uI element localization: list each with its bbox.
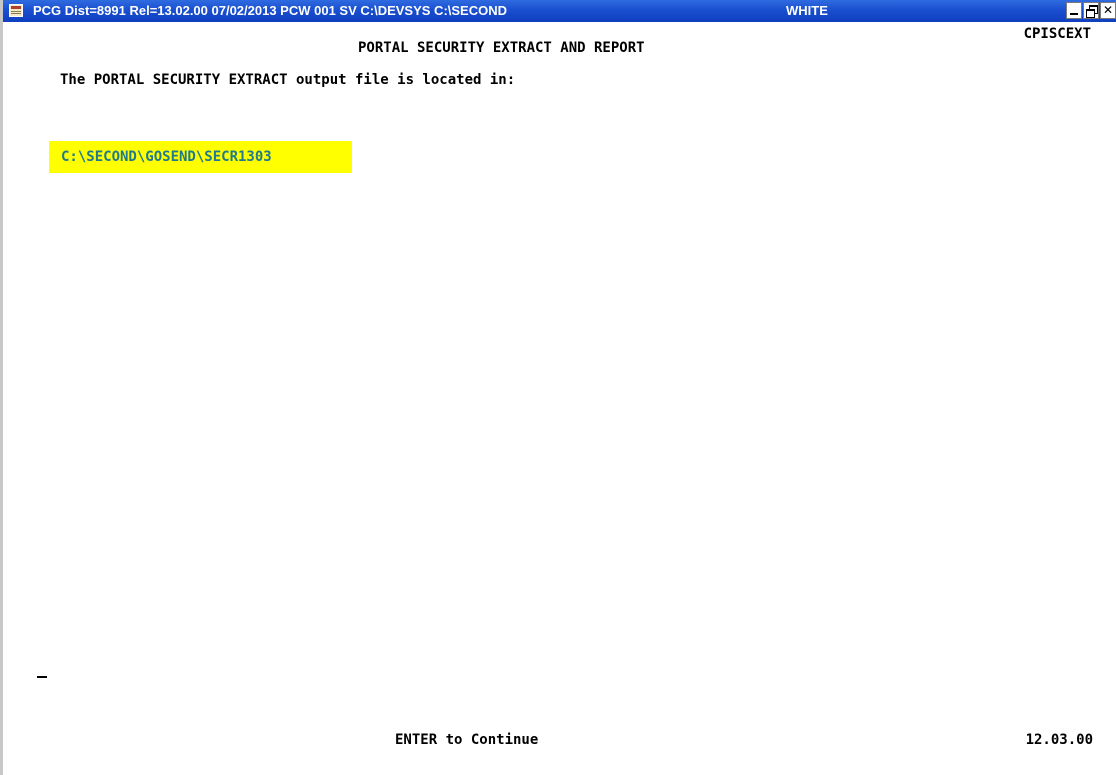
app-icon[interactable] (9, 4, 23, 17)
enter-to-continue-prompt[interactable]: ENTER to Continue (395, 732, 538, 748)
window-title: PCG Dist=8991 Rel=13.02.00 07/02/2013 PC… (33, 3, 508, 18)
terminal-screen[interactable]: CPISCEXT PORTAL SECURITY EXTRACT AND REP… (3, 22, 1116, 775)
window-controls: ✕ (1065, 2, 1116, 19)
close-button[interactable]: ✕ (1100, 2, 1116, 19)
restore-button[interactable] (1083, 2, 1099, 19)
terminal-window: PCG Dist=8991 Rel=13.02.00 07/02/2013 PC… (0, 0, 1116, 775)
time-display: 12.03.00 (1025, 732, 1093, 748)
minimize-button[interactable] (1066, 2, 1082, 19)
screen-id: CPISCEXT (1023, 26, 1091, 42)
output-location-label: The PORTAL SECURITY EXTRACT output file … (60, 72, 516, 88)
window-title-terminal: WHITE (786, 3, 828, 18)
page-title: PORTAL SECURITY EXTRACT AND REPORT (358, 40, 645, 56)
output-path-field[interactable]: C:\SECOND\GOSEND\SECR1303 (49, 141, 352, 173)
text-cursor (37, 676, 47, 678)
title-bar[interactable]: PCG Dist=8991 Rel=13.02.00 07/02/2013 PC… (3, 0, 1116, 22)
